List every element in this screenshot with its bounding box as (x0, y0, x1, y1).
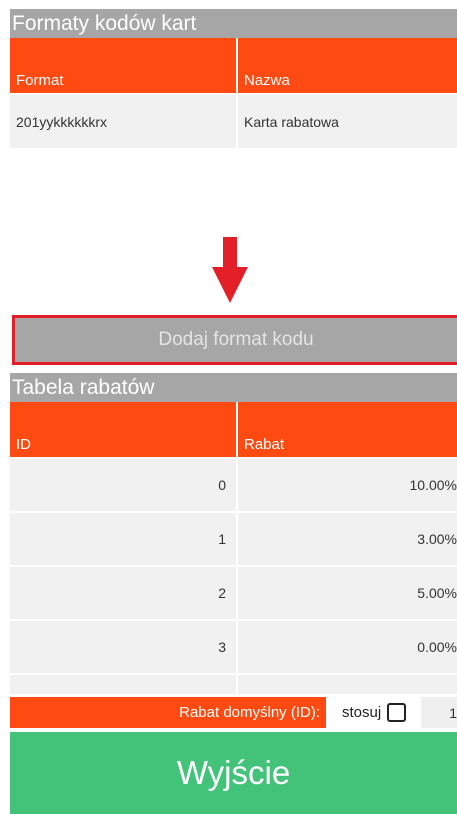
formats-section-title: Formaty kodów kart (10, 9, 457, 38)
arrow-down-icon (212, 237, 248, 303)
exit-button[interactable]: Wyjście (10, 732, 457, 814)
apply-label: stosuj (342, 704, 382, 721)
discount-row-0-rabat[interactable]: 10.00% (238, 459, 457, 511)
apply-default-discount[interactable]: stosuj (330, 697, 420, 728)
default-discount-id-input[interactable]: 1 (421, 697, 457, 728)
apply-checkbox[interactable] (387, 703, 407, 722)
discount-row-2-id[interactable]: 2 (10, 567, 236, 619)
discount-row-1-rabat[interactable]: 3.00% (238, 513, 457, 565)
column-header-name[interactable]: Nazwa (238, 38, 457, 93)
discounts-section-title: Tabela rabatów (10, 373, 457, 402)
discount-row-3-id[interactable]: 3 (10, 621, 236, 673)
discount-row-2-rabat[interactable]: 5.00% (238, 567, 457, 619)
add-code-format-button[interactable]: Dodaj format kodu (12, 315, 457, 365)
column-header-rabat[interactable]: Rabat (238, 402, 457, 457)
default-discount-label: Rabat domyślny (ID): (10, 697, 326, 728)
format-row-0-name[interactable]: Karta rabatowa (238, 95, 457, 148)
discount-row-partial (238, 675, 457, 694)
discount-row-0-id[interactable]: 0 (10, 459, 236, 511)
discount-row-1-id[interactable]: 1 (10, 513, 236, 565)
discount-row-partial (10, 675, 236, 694)
column-header-id[interactable]: ID (10, 402, 236, 457)
discount-row-3-rabat[interactable]: 0.00% (238, 621, 457, 673)
column-header-format[interactable]: Format (10, 38, 236, 93)
format-row-0-format[interactable]: 201yykkkkkkrx (10, 95, 236, 148)
